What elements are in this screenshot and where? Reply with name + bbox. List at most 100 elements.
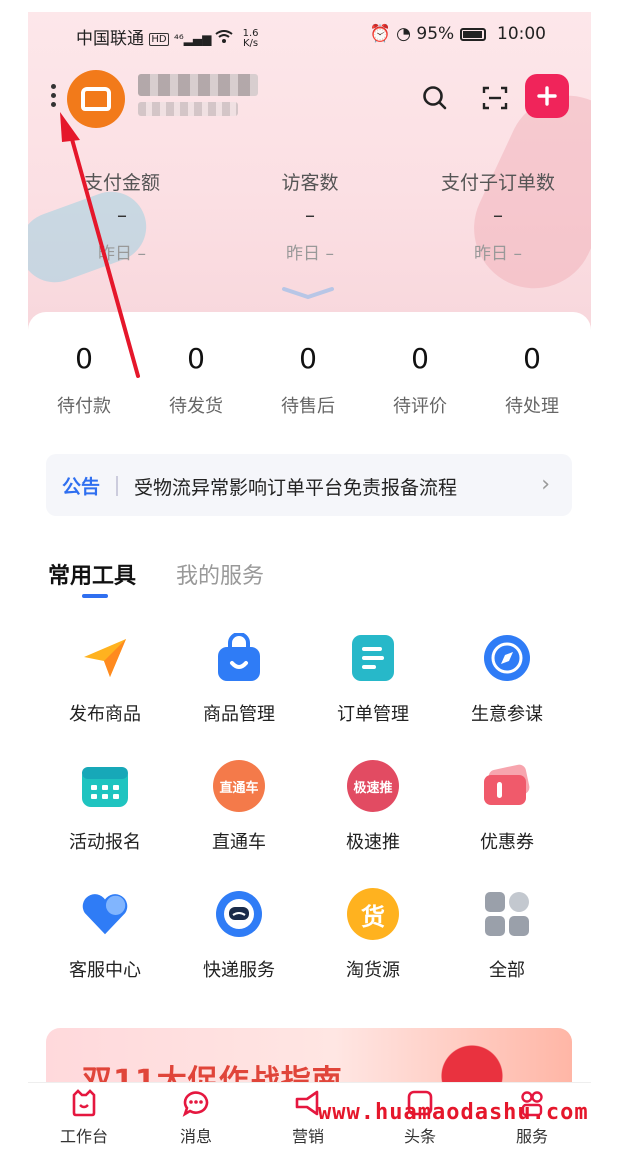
order-label: 待发货 <box>169 396 223 417</box>
tool-publish-product[interactable]: 发布商品 <box>38 632 172 752</box>
tool-label: 极速推 <box>346 832 400 853</box>
metric-yesterday: 昨日 – <box>286 244 334 264</box>
order-label: 待评价 <box>393 396 447 417</box>
nav-messages[interactable]: 消息 <box>140 1089 252 1147</box>
shop-subtitle-blurred <box>138 102 238 116</box>
tool-customer-service[interactable]: 客服中心 <box>38 888 172 1008</box>
workbench-icon <box>69 1089 99 1117</box>
more-menu-icon[interactable] <box>48 82 58 112</box>
status-bar: 中国联通 HD ⁴⁶▂▄▆ 1.6 K/s ⏰ ◔ 95% 10:00 <box>28 22 591 50</box>
message-icon <box>181 1089 211 1117</box>
metric-payment-amount[interactable]: 支付金额 – 昨日 – <box>28 168 216 264</box>
tool-source-1688[interactable]: 货 淘货源 <box>306 888 440 1008</box>
tool-label: 活动报名 <box>69 832 141 853</box>
metric-yesterday: 昨日 – <box>98 244 146 264</box>
order-pending-payment[interactable]: 0 待付款 <box>28 342 140 418</box>
tool-label: 快递服务 <box>203 960 275 981</box>
source-badge: 货 <box>361 902 385 931</box>
alarm-icon: ⏰ <box>369 24 391 44</box>
order-count: 0 <box>75 342 93 375</box>
calendar-icon <box>79 760 131 812</box>
scan-icon[interactable] <box>479 82 511 114</box>
metric-sub-orders[interactable]: 支付子订单数 – 昨日 – <box>404 168 591 264</box>
expand-chevron-icon[interactable] <box>282 286 334 300</box>
speed-icon: ◔ <box>396 24 411 44</box>
shopping-bag-icon <box>213 632 265 684</box>
order-count: 0 <box>523 342 541 375</box>
tool-speed-push[interactable]: 极速推 极速推 <box>306 760 440 880</box>
order-pending-shipment[interactable]: 0 待发货 <box>140 342 252 418</box>
main-card: 0 待付款 0 待发货 0 待售后 0 待评价 0 待处理 公告 受物流异常影响… <box>28 312 591 1154</box>
tools-tabs: 常用工具 我的服务 <box>28 558 591 608</box>
courier-icon <box>213 888 265 940</box>
signal-icon: ⁴⁶▂▄▆ <box>174 32 216 46</box>
net-speed: 1.6 K/s <box>242 28 259 49</box>
order-status-row: 0 待付款 0 待发货 0 待售后 0 待评价 0 待处理 <box>28 342 591 422</box>
tool-event-signup[interactable]: 活动报名 <box>38 760 172 880</box>
announcement-bar[interactable]: 公告 受物流异常影响订单平台免责报备流程 › <box>46 454 572 516</box>
speed-push-badge: 极速推 <box>353 780 393 796</box>
order-pending-handling[interactable]: 0 待处理 <box>476 342 588 418</box>
nav-label: 消息 <box>179 1127 212 1146</box>
order-after-sales[interactable]: 0 待售后 <box>252 342 364 418</box>
nav-label: 营销 <box>291 1127 324 1146</box>
metric-value: – <box>493 203 503 227</box>
divider <box>116 476 118 496</box>
tool-coupon[interactable]: 优惠券 <box>440 760 574 880</box>
shop-avatar[interactable] <box>67 70 125 128</box>
order-label: 待售后 <box>281 396 335 417</box>
through-train-icon: 直通车 <box>213 760 265 812</box>
tool-through-train[interactable]: 直通车 直通车 <box>172 760 306 880</box>
order-count: 0 <box>411 342 429 375</box>
shop-logo-icon <box>81 87 111 111</box>
metric-yesterday: 昨日 – <box>474 244 522 264</box>
tool-label: 淘货源 <box>346 960 400 981</box>
compass-icon <box>481 632 533 684</box>
order-count: 0 <box>299 342 317 375</box>
order-label: 待付款 <box>57 396 111 417</box>
app-screen: 中国联通 HD ⁴⁶▂▄▆ 1.6 K/s ⏰ ◔ 95% 10:00 支付金额… <box>28 12 591 1154</box>
order-label: 待处理 <box>505 396 559 417</box>
tool-order-management[interactable]: 订单管理 <box>306 632 440 752</box>
tool-label: 生意参谋 <box>471 704 543 725</box>
plus-icon <box>537 86 557 106</box>
shop-name-blurred <box>138 74 258 96</box>
tool-label: 直通车 <box>212 832 266 853</box>
coupon-icon <box>481 760 533 812</box>
tool-label: 订单管理 <box>337 704 409 725</box>
announcement-tag: 公告 <box>62 476 101 498</box>
top-bar <box>28 70 591 128</box>
hd-icon: HD <box>149 32 169 46</box>
tool-all[interactable]: 全部 <box>440 888 574 1008</box>
through-train-badge: 直通车 <box>219 780 259 796</box>
document-icon <box>347 632 399 684</box>
order-pending-review[interactable]: 0 待评价 <box>364 342 476 418</box>
heart-chat-icon <box>79 888 131 940</box>
search-icon[interactable] <box>419 82 451 114</box>
battery-percent: 95% <box>416 24 455 44</box>
order-count: 0 <box>187 342 205 375</box>
tab-common-tools[interactable]: 常用工具 <box>48 558 136 590</box>
tool-label: 全部 <box>489 960 525 981</box>
carrier-label: 中国联通 <box>76 29 144 49</box>
tab-my-services[interactable]: 我的服务 <box>176 558 264 590</box>
status-left: 中国联通 HD ⁴⁶▂▄▆ 1.6 K/s <box>76 24 259 50</box>
tool-courier-service[interactable]: 快递服务 <box>172 888 306 1008</box>
metric-label: 访客数 <box>281 172 339 194</box>
paper-plane-icon <box>79 632 131 684</box>
watermark: www.huamaodashu.com <box>318 1100 589 1125</box>
tab-indicator <box>82 594 108 598</box>
tool-label: 客服中心 <box>69 960 141 981</box>
add-button[interactable] <box>525 74 569 118</box>
tool-label: 优惠券 <box>480 832 534 853</box>
status-right: ⏰ ◔ 95% 10:00 <box>370 24 546 44</box>
metric-visitors[interactable]: 访客数 – 昨日 – <box>216 168 404 264</box>
tool-business-advisor[interactable]: 生意参谋 <box>440 632 574 752</box>
nav-workbench[interactable]: 工作台 <box>28 1089 140 1147</box>
nav-label: 头条 <box>403 1127 436 1146</box>
battery-icon <box>459 27 486 41</box>
store-metrics: 支付金额 – 昨日 – 访客数 – 昨日 – 支付子订单数 – 昨日 – <box>28 168 591 278</box>
metric-value: – <box>117 203 127 227</box>
tool-product-management[interactable]: 商品管理 <box>172 632 306 752</box>
source-1688-icon: 货 <box>347 888 399 940</box>
